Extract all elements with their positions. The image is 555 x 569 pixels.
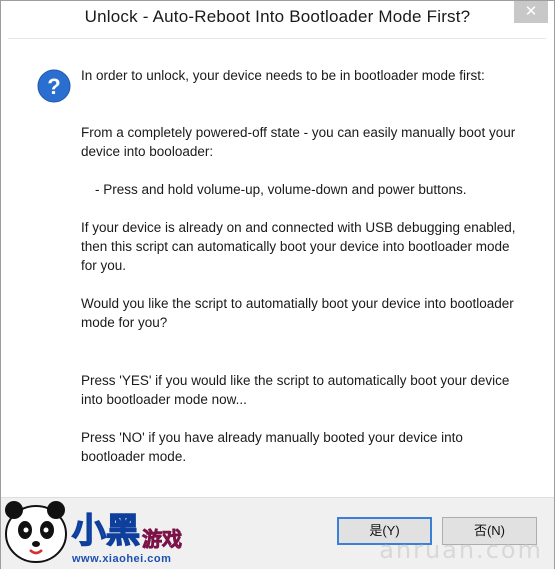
svg-text:?: ?: [47, 74, 60, 99]
close-icon: ✕: [524, 3, 538, 20]
message-paragraph-1: In order to unlock, your device needs to…: [81, 68, 485, 83]
question-icon: ?: [37, 69, 71, 103]
message-paragraph-2: From a completely powered-off state - yo…: [81, 125, 516, 159]
svg-text:游戏: 游戏: [142, 527, 182, 551]
message-paragraph-6: Press 'YES' if you would like the script…: [81, 373, 510, 407]
title-bar[interactable]: Unlock - Auto-Reboot Into Bootloader Mod…: [1, 1, 554, 37]
watermark-brand: anruan.com: [379, 536, 543, 564]
close-button[interactable]: ✕: [514, 1, 548, 23]
message-paragraph-5: Would you like the script to automatiall…: [81, 296, 514, 330]
message-paragraph-3: - Press and hold volume-up, volume-down …: [95, 182, 467, 197]
message-paragraph-7: Press 'NO' if you have already manually …: [81, 430, 463, 464]
dialog-window: Unlock - Auto-Reboot Into Bootloader Mod…: [0, 0, 555, 569]
dialog-title: Unlock - Auto-Reboot Into Bootloader Mod…: [84, 7, 471, 26]
watermark-logo-text: 小黑: [72, 511, 140, 551]
message-paragraph-4: If your device is already on and connect…: [81, 220, 516, 273]
watermark-url: www.xiaohei.com: [72, 553, 172, 565]
